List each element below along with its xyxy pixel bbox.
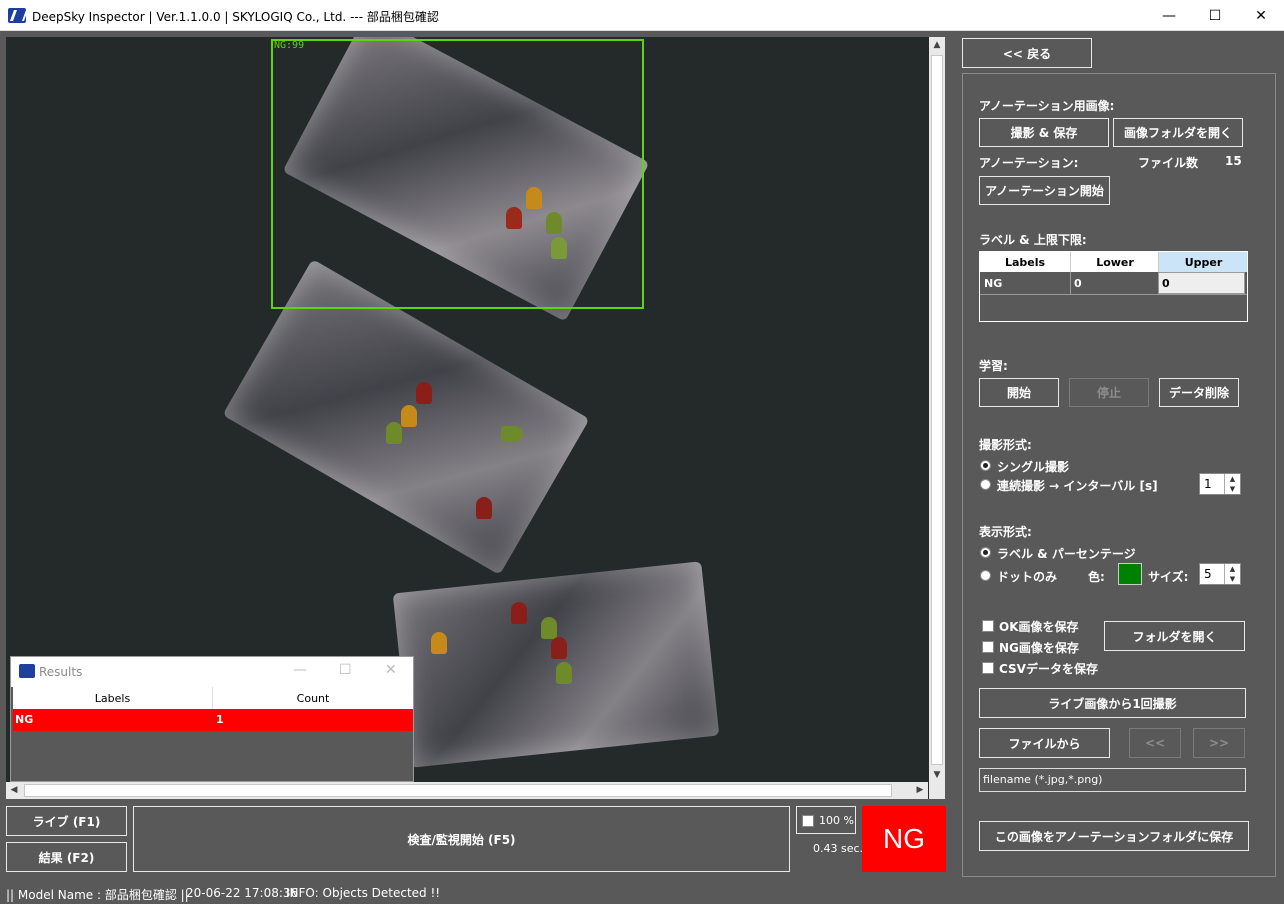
continuous-capture-radio[interactable]	[980, 479, 991, 490]
bag-image	[392, 561, 720, 768]
zoom-checkbox[interactable]	[802, 815, 814, 827]
scroll-up-icon[interactable]: ▲	[929, 37, 945, 53]
open-image-folder-button[interactable]: 画像フォルダを開く	[1113, 118, 1243, 147]
annotation-images-label: アノーテーション用画像:	[979, 99, 1115, 113]
file-count-label: ファイル数	[1138, 156, 1199, 170]
scroll-right-icon[interactable]: ▶	[912, 782, 928, 798]
start-annotation-button[interactable]: アノーテーション開始	[979, 176, 1110, 205]
save-ng-label: NG画像を保存	[999, 641, 1079, 655]
save-csv-label: CSVデータを保存	[999, 662, 1098, 676]
capture-save-button[interactable]: 撮影 & 保存	[979, 118, 1109, 147]
detection-label: NG:99	[274, 40, 305, 51]
table-row[interactable]: NG 0 0	[980, 272, 1247, 295]
live-button[interactable]: ライブ (F1)	[6, 806, 127, 836]
status-info: INFO: Objects Detected !!	[286, 886, 441, 900]
dots-only-label: ドットのみ	[997, 570, 1058, 584]
capture-from-live-button[interactable]: ライブ画像から1回撮影	[979, 688, 1246, 718]
column-header-upper: Upper	[1158, 252, 1247, 272]
size-label: サイズ:	[1148, 570, 1189, 584]
size-stepper[interactable]: 5 ▲ ▼	[1199, 563, 1241, 585]
open-folder-button[interactable]: フォルダを開く	[1104, 621, 1245, 651]
zoom-checkbox-group[interactable]: 100 %	[796, 806, 856, 834]
maximize-button[interactable]: ☐	[1192, 0, 1238, 31]
save-ok-checkbox[interactable]	[982, 620, 994, 632]
continuous-capture-label: 連続撮影 → インターバル [s]	[997, 479, 1158, 493]
scroll-down-icon[interactable]: ▼	[929, 767, 945, 783]
next-button[interactable]: >>	[1193, 728, 1245, 758]
lower-cell[interactable]: 0	[1070, 272, 1158, 294]
detection-box	[271, 39, 644, 309]
delete-data-button[interactable]: データ削除	[1159, 378, 1239, 407]
vertical-scroll-thumb[interactable]	[931, 55, 943, 765]
back-button[interactable]: << 戻る	[962, 38, 1092, 68]
file-count-value: 15	[1225, 154, 1242, 168]
interval-stepper[interactable]: 1 ▲ ▼	[1199, 473, 1241, 495]
save-csv-checkbox[interactable]	[982, 662, 994, 674]
label-limits-title: ラベル & 上限下限:	[979, 233, 1087, 247]
single-capture-radio[interactable]	[980, 460, 991, 471]
annotation-label: アノーテーション:	[979, 156, 1079, 170]
zoom-label: 100 %	[819, 814, 854, 827]
minimize-icon[interactable]: —	[293, 662, 307, 678]
color-label: 色:	[1088, 570, 1105, 584]
title-bar: DeepSky Inspector | Ver.1.1.0.0 | SKYLOG…	[0, 0, 1284, 31]
results-titlebar: Results — ☐ ✕	[11, 657, 413, 687]
column-header-labels: Labels	[13, 687, 213, 709]
label-percentage-radio[interactable]	[980, 547, 991, 558]
minimize-button[interactable]: —	[1146, 0, 1192, 31]
learning-label: 学習:	[979, 359, 1008, 373]
status-bar: || Model Name : 部品梱包確認 || 20-06-22 17:08…	[0, 882, 1284, 904]
scroll-corner	[929, 783, 945, 799]
window-title: DeepSky Inspector | Ver.1.1.0.0 | SKYLOG…	[32, 10, 439, 24]
verdict-indicator: NG	[862, 806, 946, 872]
elapsed-time: 0.43 sec.	[813, 842, 864, 855]
save-ok-label: OK画像を保存	[999, 620, 1079, 634]
from-file-button[interactable]: ファイルから	[979, 728, 1110, 758]
model-name: || Model Name : 部品梱包確認 ||	[6, 888, 189, 902]
upper-cell[interactable]: 0	[1158, 272, 1245, 294]
stepper-arrows-icon[interactable]: ▲ ▼	[1224, 474, 1240, 494]
results-table-header: Labels Count	[13, 687, 413, 709]
result-label-cell: NG	[15, 713, 34, 726]
maximize-icon[interactable]: ☐	[339, 662, 352, 678]
app-logo-icon	[19, 664, 35, 678]
dots-only-radio[interactable]	[980, 570, 991, 581]
vertical-scrollbar[interactable]: ▲ ▼	[929, 37, 945, 783]
result-count-cell: 1	[216, 713, 224, 726]
label-percentage-label: ラベル & パーセンテージ	[997, 547, 1136, 561]
learn-start-button[interactable]: 開始	[979, 378, 1059, 407]
inspect-start-button[interactable]: 検査/監視開始 (F5)	[133, 806, 790, 872]
stepper-arrows-icon[interactable]: ▲ ▼	[1224, 564, 1240, 584]
app-logo-icon	[8, 8, 26, 23]
scroll-left-icon[interactable]: ◀	[6, 782, 22, 798]
dot-color-swatch[interactable]	[1118, 563, 1142, 585]
horizontal-scrollbar[interactable]: ◀ ▶	[6, 782, 928, 799]
save-ng-checkbox[interactable]	[982, 641, 994, 653]
limits-table[interactable]: Labels Lower Upper NG 0 0	[979, 251, 1248, 322]
display-mode-label: 表示形式:	[979, 525, 1032, 539]
results-title: Results	[39, 665, 83, 679]
save-to-annotation-button[interactable]: この画像をアノーテーションフォルダに保存	[979, 821, 1249, 851]
column-header-count: Count	[296, 691, 330, 705]
size-value: 5	[1204, 567, 1212, 581]
horizontal-scroll-thumb[interactable]	[24, 784, 892, 797]
column-header-lower: Lower	[1070, 252, 1158, 272]
table-row[interactable]: NG 1	[13, 709, 413, 731]
single-capture-label: シングル撮影	[997, 460, 1070, 474]
status-timestamp: 20-06-22 17:08:36	[186, 886, 299, 900]
column-header-labels: Labels	[980, 252, 1070, 272]
interval-value: 1	[1204, 477, 1212, 491]
prev-button[interactable]: <<	[1129, 728, 1181, 758]
filename-field[interactable]: filename (*.jpg,*.png)	[979, 768, 1246, 792]
result-button[interactable]: 結果 (F2)	[6, 842, 127, 872]
capture-mode-label: 撮影形式:	[979, 438, 1032, 452]
results-window[interactable]: Results — ☐ ✕ Labels Count NG 1	[10, 656, 414, 782]
limit-label-cell: NG	[984, 277, 1003, 290]
close-button[interactable]: ✕	[1238, 0, 1284, 31]
learn-stop-button[interactable]: 停止	[1069, 378, 1149, 407]
close-icon[interactable]: ✕	[385, 662, 397, 678]
